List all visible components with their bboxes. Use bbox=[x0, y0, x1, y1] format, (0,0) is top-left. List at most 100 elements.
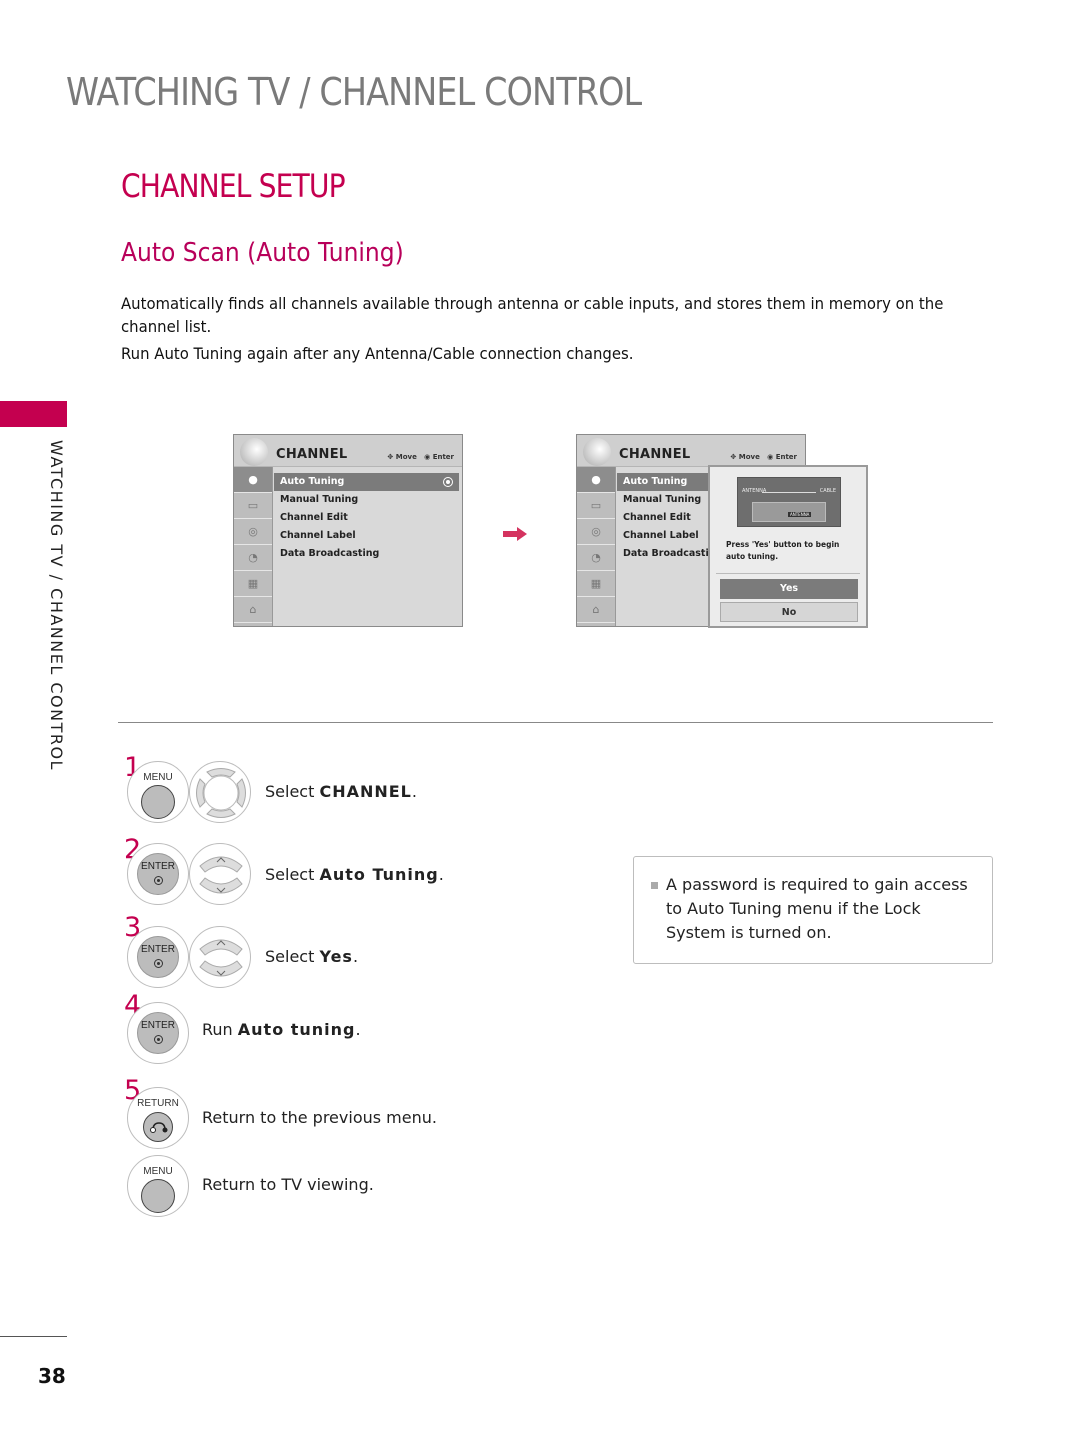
up-down-arrows-icon bbox=[199, 856, 243, 894]
tv-menu-hint: ✥ Move ◉ Enter bbox=[387, 453, 454, 461]
hint-move: Move bbox=[395, 453, 417, 461]
enter-button[interactable]: ENTER bbox=[127, 926, 189, 988]
option-icon[interactable]: ▦ bbox=[234, 571, 272, 597]
picture-icon[interactable]: ▭ bbox=[577, 493, 615, 519]
step-keyword: Yes bbox=[319, 947, 353, 966]
tv-menu-header: CHANNEL ✥ Move ◉ Enter bbox=[577, 435, 805, 467]
enter-button-label: ENTER bbox=[141, 944, 175, 955]
hint-move: Move bbox=[738, 453, 760, 461]
channel-icon[interactable]: ● bbox=[577, 467, 615, 493]
enter-button-core bbox=[137, 936, 179, 978]
note-box: A password is required to gain access to… bbox=[633, 856, 993, 964]
lock-icon[interactable]: ⌂ bbox=[577, 597, 615, 623]
menu-button[interactable]: MENU bbox=[127, 1155, 189, 1217]
picture-icon[interactable]: ▭ bbox=[234, 493, 272, 519]
page-number: 38 bbox=[38, 1364, 66, 1388]
up-down-arrows-icon bbox=[199, 939, 243, 977]
tv-menu-header: CHANNEL ✥ Move ◉ Enter bbox=[234, 435, 462, 467]
menu-button[interactable]: MENU bbox=[127, 761, 189, 823]
page-header: WATCHING TV / CHANNEL CONTROL bbox=[66, 70, 642, 114]
menu-button-core bbox=[141, 785, 175, 819]
step-prefix: Run bbox=[202, 1020, 238, 1039]
step-3-text: Select Yes. bbox=[265, 947, 358, 966]
tv-menu-hint: ✥ Move ◉ Enter bbox=[730, 453, 797, 461]
menu-item-channel-label[interactable]: Channel Label bbox=[274, 527, 459, 545]
step-keyword: CHANNEL bbox=[319, 782, 412, 801]
section-divider bbox=[118, 722, 993, 723]
tv-menu-rail: ● ▭ ◎ ◔ ▦ ⌂ bbox=[234, 467, 273, 626]
four-way-arrows-icon bbox=[196, 768, 246, 818]
enter-radio-icon bbox=[443, 477, 453, 487]
menu-item-data-broadcasting[interactable]: Data Broadcasting bbox=[274, 545, 459, 563]
step-suffix: . bbox=[355, 1020, 361, 1039]
menu-item-channel-edit[interactable]: Channel Edit bbox=[274, 509, 459, 527]
yes-button[interactable]: Yes bbox=[720, 579, 858, 599]
menu-item-auto-tuning[interactable]: Auto Tuning bbox=[274, 473, 459, 491]
satellite-dish-icon bbox=[583, 438, 611, 466]
enter-button[interactable]: ENTER bbox=[127, 1002, 189, 1064]
popup-message: Press 'Yes' button to begin auto tuning. bbox=[726, 539, 839, 563]
step-2-text: Select Auto Tuning. bbox=[265, 865, 444, 884]
step-prefix: Select bbox=[265, 782, 320, 801]
side-tab-marker bbox=[0, 401, 67, 427]
diagram-cable-label: CABLE bbox=[819, 488, 836, 494]
note-text: A password is required to gain access to… bbox=[666, 875, 968, 942]
enter-button-label: ENTER bbox=[141, 1020, 175, 1031]
navigation-pad-updown[interactable] bbox=[189, 926, 251, 988]
menu-button-label: MENU bbox=[143, 1166, 173, 1177]
diagram-cable-line bbox=[762, 492, 816, 493]
move-icon: ✥ bbox=[387, 453, 394, 461]
section-title: CHANNEL SETUP bbox=[121, 167, 346, 205]
hint-enter: Enter bbox=[775, 453, 797, 461]
right-arrow-icon bbox=[503, 527, 527, 541]
menu-button-core bbox=[141, 1179, 175, 1213]
tv-menu-rail: ● ▭ ◎ ◔ ▦ ⌂ bbox=[577, 467, 616, 626]
time-icon[interactable]: ◔ bbox=[577, 545, 615, 571]
step-keyword: Auto tuning bbox=[237, 1020, 356, 1039]
enter-button-label: ENTER bbox=[141, 861, 175, 872]
enter-dot-icon bbox=[154, 959, 163, 968]
step-4-text: Run Auto tuning. bbox=[202, 1020, 361, 1039]
step-suffix: . bbox=[438, 865, 444, 884]
step-6-text: Return to TV viewing. bbox=[202, 1175, 374, 1194]
footer-rule bbox=[0, 1336, 67, 1337]
diagram-port-label: ANTENNA bbox=[788, 512, 812, 517]
enter-icon: ◉ bbox=[424, 453, 431, 461]
move-icon: ✥ bbox=[730, 453, 737, 461]
antenna-cable-diagram: ANTENNA CABLE ANTENNA bbox=[737, 477, 841, 527]
time-icon[interactable]: ◔ bbox=[234, 545, 272, 571]
sub-title: Auto Scan (Auto Tuning) bbox=[121, 238, 404, 268]
tv-menu-title: CHANNEL bbox=[619, 447, 691, 462]
tv-menu-channel: CHANNEL ✥ Move ◉ Enter ● ▭ ◎ ◔ ▦ ⌂ Auto … bbox=[233, 434, 463, 627]
popup-message-line-1: Press 'Yes' button to begin bbox=[726, 540, 840, 549]
audio-icon[interactable]: ◎ bbox=[577, 519, 615, 545]
popup-message-line-2: auto tuning. bbox=[726, 552, 779, 561]
return-button[interactable]: RETURN bbox=[127, 1087, 189, 1149]
intro-line-1: Automatically finds all channels availab… bbox=[121, 294, 944, 313]
intro-line-2: channel list. bbox=[121, 317, 212, 336]
step-prefix: Select bbox=[265, 947, 320, 966]
popup-divider bbox=[716, 573, 860, 574]
enter-button[interactable]: ENTER bbox=[127, 843, 189, 905]
navigation-pad-updown[interactable] bbox=[189, 843, 251, 905]
option-icon[interactable]: ▦ bbox=[577, 571, 615, 597]
intro-text: Automatically finds all channels availab… bbox=[121, 292, 1001, 365]
tv-menu-title: CHANNEL bbox=[276, 447, 348, 462]
step-5-text: Return to the previous menu. bbox=[202, 1108, 437, 1127]
step-1-text: Select CHANNEL. bbox=[265, 782, 417, 801]
menu-item-manual-tuning[interactable]: Manual Tuning bbox=[274, 491, 459, 509]
side-section-label: WATCHING TV / CHANNEL CONTROL bbox=[47, 440, 66, 771]
return-arrow-icon bbox=[150, 1122, 168, 1133]
tv-menu-items: Auto Tuning Manual Tuning Channel Edit C… bbox=[274, 473, 459, 563]
enter-icon: ◉ bbox=[767, 453, 774, 461]
step-suffix: . bbox=[352, 947, 359, 966]
audio-icon[interactable]: ◎ bbox=[234, 519, 272, 545]
enter-dot-icon bbox=[154, 876, 163, 885]
bullet-square-icon bbox=[651, 882, 658, 889]
no-button[interactable]: No bbox=[720, 602, 858, 622]
channel-icon[interactable]: ● bbox=[234, 467, 272, 493]
enter-button-core bbox=[137, 853, 179, 895]
step-keyword: Auto Tuning bbox=[319, 865, 439, 884]
lock-icon[interactable]: ⌂ bbox=[234, 597, 272, 623]
navigation-pad-4way[interactable] bbox=[189, 761, 251, 823]
